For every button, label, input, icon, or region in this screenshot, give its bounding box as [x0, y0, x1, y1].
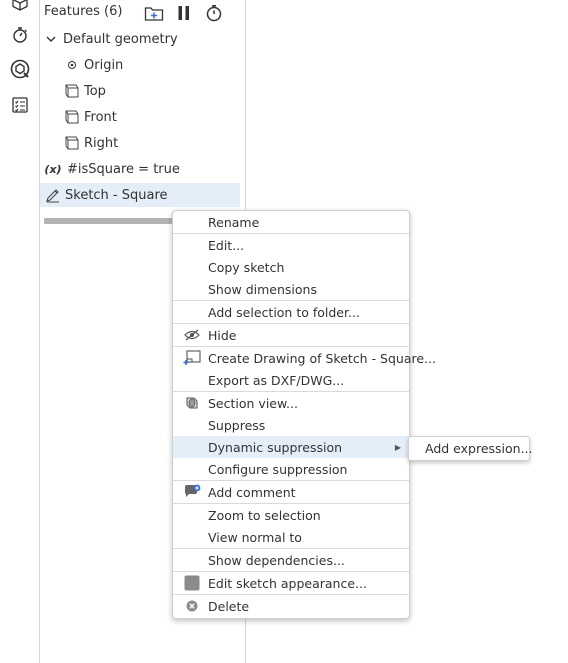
menu-item-label: Dynamic suppression: [208, 439, 343, 455]
section-view-icon: [183, 395, 201, 411]
menu-item-export-dxf[interactable]: Export as DXF/DWG...: [173, 369, 409, 391]
context-menu: Rename Edit... Copy sketch Show dimensio…: [172, 210, 436, 619]
menu-item-label: Section view...: [208, 395, 298, 411]
sketch-pencil-icon: [45, 187, 61, 203]
menu-item-label: Export as DXF/DWG...: [208, 372, 345, 388]
menu-item-delete[interactable]: Delete: [173, 595, 409, 617]
menu-item-suppress[interactable]: Suppress: [173, 414, 409, 436]
menu-item-label: Add expression...: [425, 441, 533, 456]
menu-item-label: Hide: [208, 327, 237, 343]
menu-item-show-dependencies[interactable]: Show dependencies...: [173, 549, 409, 571]
tree-item-default-geometry[interactable]: Default geometry: [40, 27, 240, 51]
pause-icon[interactable]: [174, 3, 194, 23]
feature-list-header: Features (6): [40, 0, 245, 26]
menu-item-show-dimensions[interactable]: Show dimensions: [173, 278, 409, 300]
horizontal-scrollbar[interactable]: [44, 218, 174, 224]
hide-icon: [183, 327, 201, 343]
tree-item-origin[interactable]: Origin: [40, 53, 240, 77]
submenu-arrow-icon: ▶: [394, 442, 401, 452]
menu-item-hide[interactable]: Hide: [173, 324, 409, 346]
menu-item-dynamic-suppression[interactable]: Dynamic suppression ▶: [173, 436, 409, 458]
inspect-icon[interactable]: [9, 58, 30, 79]
left-toolbar: [0, 0, 40, 663]
menu-item-label: Suppress: [208, 417, 266, 433]
menu-item-label: Copy sketch: [208, 259, 285, 275]
stopwatch-icon[interactable]: [9, 24, 30, 45]
menu-item-label: Create Drawing of Sketch - Square...: [208, 350, 436, 366]
menu-item-add-comment[interactable]: Add comment: [173, 481, 409, 503]
cube-icon[interactable]: [9, 0, 30, 13]
dynamic-suppression-submenu: Add expression...: [408, 436, 533, 461]
tree-item-variable[interactable]: (x) #isSquare = true: [40, 157, 240, 181]
tree-item-label: Top: [84, 83, 106, 99]
appearance-icon: [183, 575, 201, 591]
menu-item-label: Configure suppression: [208, 461, 348, 477]
menu-item-label: View normal to: [208, 529, 302, 545]
tree-item-label: Front: [84, 109, 117, 125]
plane-icon: [64, 83, 80, 99]
tree-item-right-plane[interactable]: Right: [40, 131, 240, 155]
tree-item-front-plane[interactable]: Front: [40, 105, 240, 129]
tree-item-label: Origin: [84, 57, 124, 73]
menu-item-copy-sketch[interactable]: Copy sketch: [173, 256, 409, 278]
menu-item-label: Edit...: [208, 237, 245, 253]
variable-icon: (x): [44, 162, 62, 176]
tree-item-label: Default geometry: [63, 31, 178, 47]
tree-item-label: Sketch - Square: [65, 187, 168, 203]
menu-item-rename[interactable]: Rename: [173, 211, 409, 233]
menu-item-add-selection-to-folder[interactable]: Add selection to folder...: [173, 301, 409, 323]
tree-item-label: Right: [84, 135, 119, 151]
tree-item-sketch-square[interactable]: Sketch - Square: [40, 183, 240, 207]
menu-item-add-expression[interactable]: Add expression...: [409, 437, 533, 460]
menu-item-section-view[interactable]: Section view...: [173, 392, 409, 414]
feature-list-title: Features (6): [44, 4, 123, 19]
drawing-icon: [183, 350, 201, 366]
menu-item-configure-suppression[interactable]: Configure suppression: [173, 458, 409, 480]
rollback-stopwatch-icon[interactable]: [204, 3, 224, 23]
menu-item-label: Edit sketch appearance...: [208, 575, 367, 591]
checklist-icon[interactable]: [9, 94, 30, 115]
menu-item-edit-sketch-appearance[interactable]: Edit sketch appearance...: [173, 572, 409, 594]
chevron-down-icon[interactable]: [43, 31, 59, 47]
menu-item-label: Zoom to selection: [208, 507, 321, 523]
menu-item-create-drawing[interactable]: Create Drawing of Sketch - Square...: [173, 347, 436, 369]
add-folder-icon[interactable]: [144, 3, 164, 23]
comment-icon: [183, 484, 201, 500]
menu-item-label: Delete: [208, 598, 250, 614]
tree-item-label: #isSquare = true: [67, 161, 180, 177]
menu-item-edit[interactable]: Edit...: [173, 234, 409, 256]
menu-item-zoom-to-selection[interactable]: Zoom to selection: [173, 504, 409, 526]
menu-item-label: Add comment: [208, 484, 296, 500]
menu-item-view-normal-to[interactable]: View normal to: [173, 526, 409, 548]
delete-icon: [183, 598, 201, 614]
tree-item-top-plane[interactable]: Top: [40, 79, 240, 103]
plane-icon: [64, 135, 80, 151]
menu-item-label: Rename: [208, 214, 260, 230]
menu-item-label: Show dependencies...: [208, 552, 345, 568]
plane-icon: [64, 109, 80, 125]
menu-item-label: Add selection to folder...: [208, 304, 360, 320]
origin-icon: [64, 57, 80, 73]
menu-item-label: Show dimensions: [208, 281, 317, 297]
